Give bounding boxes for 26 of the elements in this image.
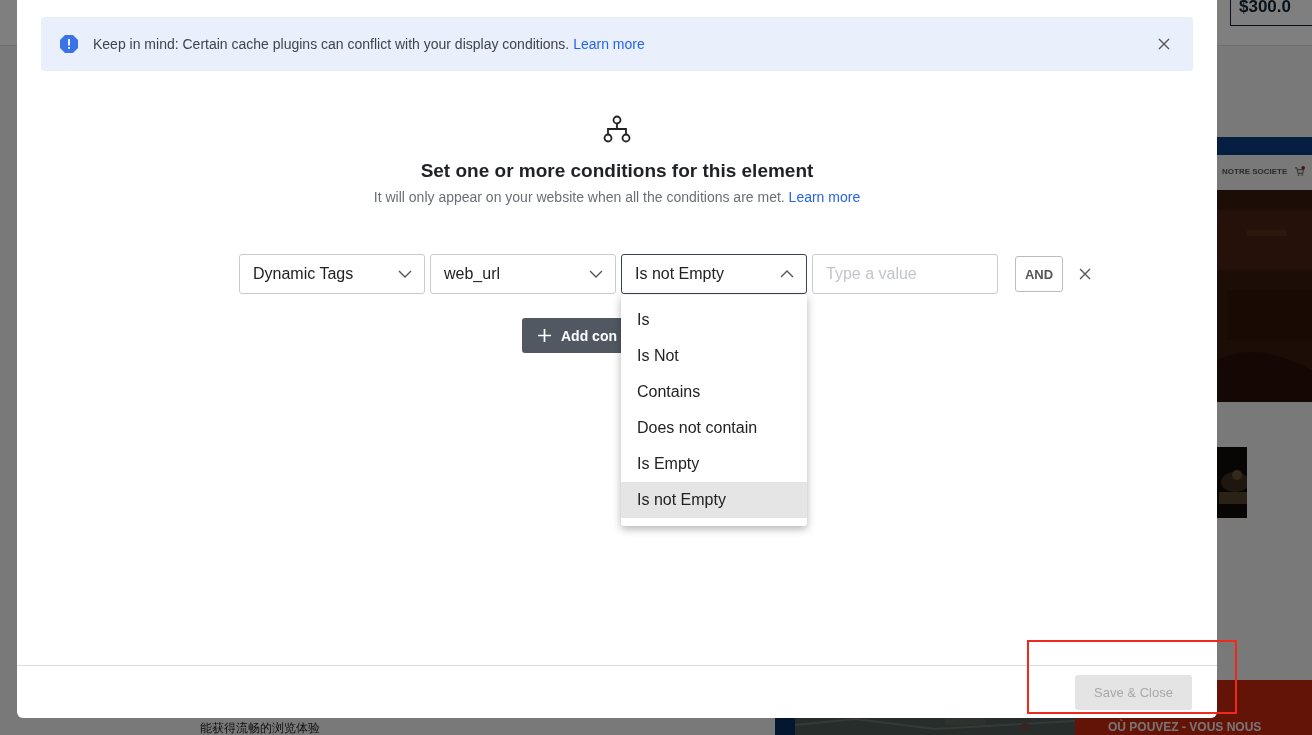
subtitle-text: It will only appear on your website when all the conditions are met. Learn more	[373, 189, 861, 205]
select-field[interactable]: Dynamic Tags	[239, 254, 425, 294]
banner-heading: OÙ POUVEZ - VOUS NOUS	[1108, 720, 1262, 734]
select-field[interactable]: Is not Empty	[621, 254, 807, 294]
close-icon[interactable]	[1079, 268, 1091, 280]
dropdown-option[interactable]: Is not Empty	[621, 482, 807, 518]
learn-more-link[interactable]: Learn more	[573, 36, 645, 52]
learn-more-link[interactable]: Learn more	[788, 189, 861, 205]
dialog-title: Set one or more conditions for this element	[420, 160, 814, 182]
dropdown-option[interactable]: Contains	[621, 374, 807, 410]
select-field[interactable]: web_url	[430, 254, 616, 294]
chevron-up-icon	[780, 270, 794, 278]
chevron-down-icon	[398, 270, 412, 278]
hierarchy-icon	[603, 115, 631, 143]
notice-text: Keep in mind: Certain cache plugins can conflict with your display conditions. Learn more	[93, 36, 645, 52]
value-input[interactable]: Type a value	[812, 254, 998, 294]
price-text: $300.0	[1230, 0, 1312, 26]
close-icon[interactable]	[1158, 38, 1170, 50]
and-button[interactable]: AND	[1015, 256, 1063, 292]
paragraph-text: 能获得流畅的浏览体验	[200, 720, 320, 735]
dropdown-option[interactable]: Is Empty	[621, 446, 807, 482]
alert-icon	[59, 34, 79, 54]
plus-icon	[538, 329, 551, 342]
dropdown-option[interactable]: Does not contain	[621, 410, 807, 446]
cart-icon[interactable]	[1294, 166, 1305, 177]
chevron-down-icon	[589, 270, 603, 278]
